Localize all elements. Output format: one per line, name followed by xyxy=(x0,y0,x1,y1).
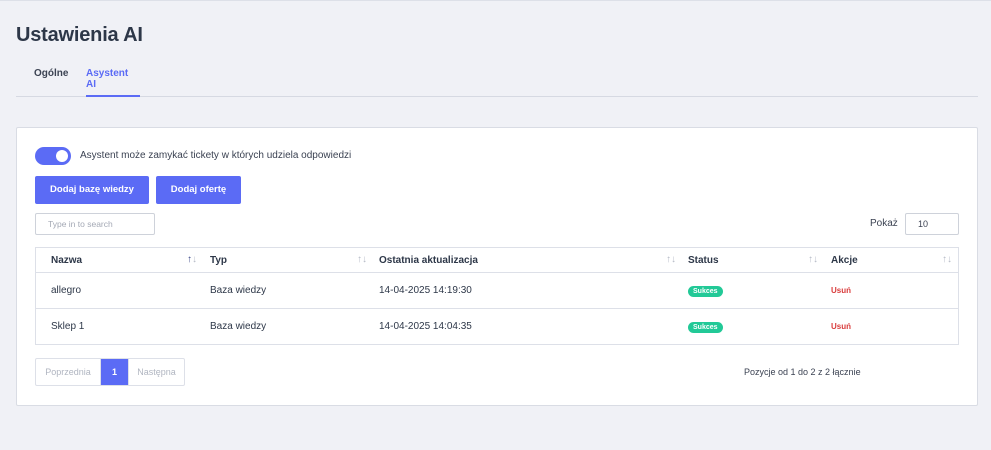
add-offer-button[interactable]: Dodaj ofertę xyxy=(156,176,241,204)
cell-updated: 14-04-2025 14:19:30 xyxy=(379,285,472,296)
tab-general[interactable]: Ogólne xyxy=(34,68,72,97)
sort-arrows-icon[interactable]: ↑↓ xyxy=(357,255,367,265)
tab-bar: Ogólne Asystent AI xyxy=(16,60,978,97)
cell-updated: 14-04-2025 14:04:35 xyxy=(379,321,472,332)
page-title: Ustawienia AI xyxy=(16,24,143,46)
pagination-info: Pozycje od 1 do 2 z 2 łącznie xyxy=(744,367,861,377)
assistant-settings-card: Asystent może zamykać tickety w których … xyxy=(16,127,978,406)
pagination: Poprzednia 1 Następna xyxy=(35,358,185,386)
status-badge: Sukces xyxy=(688,322,723,333)
table-row: allegro Baza wiedzy 14-04-2025 14:19:30 … xyxy=(36,273,958,309)
column-header-updated[interactable]: Ostatnia aktualizacja xyxy=(379,248,478,273)
sort-arrows-icon[interactable]: ↑↓ xyxy=(808,255,818,265)
table-header: Nazwa ↑↓ Typ ↑↓ Ostatnia aktualizacja ↑↓… xyxy=(36,248,958,273)
top-divider xyxy=(0,0,991,1)
pagination-prev-button[interactable]: Poprzednia xyxy=(36,359,101,385)
toggle-knob xyxy=(56,150,68,162)
remove-link[interactable]: Usuń xyxy=(831,273,851,309)
tab-ai-assistant[interactable]: Asystent AI xyxy=(86,68,140,97)
cell-type: Baza wiedzy xyxy=(210,285,267,296)
remove-link[interactable]: Usuń xyxy=(831,309,851,345)
cell-type: Baza wiedzy xyxy=(210,321,267,332)
column-header-type[interactable]: Typ xyxy=(210,248,227,273)
close-tickets-toggle-label: Asystent może zamykać tickety w których … xyxy=(80,150,352,161)
column-header-name[interactable]: Nazwa xyxy=(51,248,82,273)
table-row: Sklep 1 Baza wiedzy 14-04-2025 14:04:35 … xyxy=(36,309,958,345)
page-size-select[interactable]: 10 xyxy=(905,213,959,235)
knowledge-table: Nazwa ↑↓ Typ ↑↓ Ostatnia aktualizacja ↑↓… xyxy=(35,247,959,345)
cell-name: allegro xyxy=(51,285,82,296)
column-header-status[interactable]: Status xyxy=(688,248,719,273)
sort-asc-icon[interactable]: ↑↓ xyxy=(187,255,197,265)
page-size-label: Pokaż xyxy=(870,218,898,229)
add-knowledge-base-button[interactable]: Dodaj bazę wiedzy xyxy=(35,176,149,204)
search-input[interactable] xyxy=(35,213,155,235)
sort-arrows-icon[interactable]: ↑↓ xyxy=(942,255,952,265)
close-tickets-toggle[interactable] xyxy=(35,147,71,165)
pagination-page-1[interactable]: 1 xyxy=(101,359,128,385)
pagination-next-button[interactable]: Następna xyxy=(128,359,184,385)
column-header-actions[interactable]: Akcje xyxy=(831,248,858,273)
status-badge: Sukces xyxy=(688,286,723,297)
sort-arrows-icon[interactable]: ↑↓ xyxy=(666,255,676,265)
cell-name: Sklep 1 xyxy=(51,321,85,332)
